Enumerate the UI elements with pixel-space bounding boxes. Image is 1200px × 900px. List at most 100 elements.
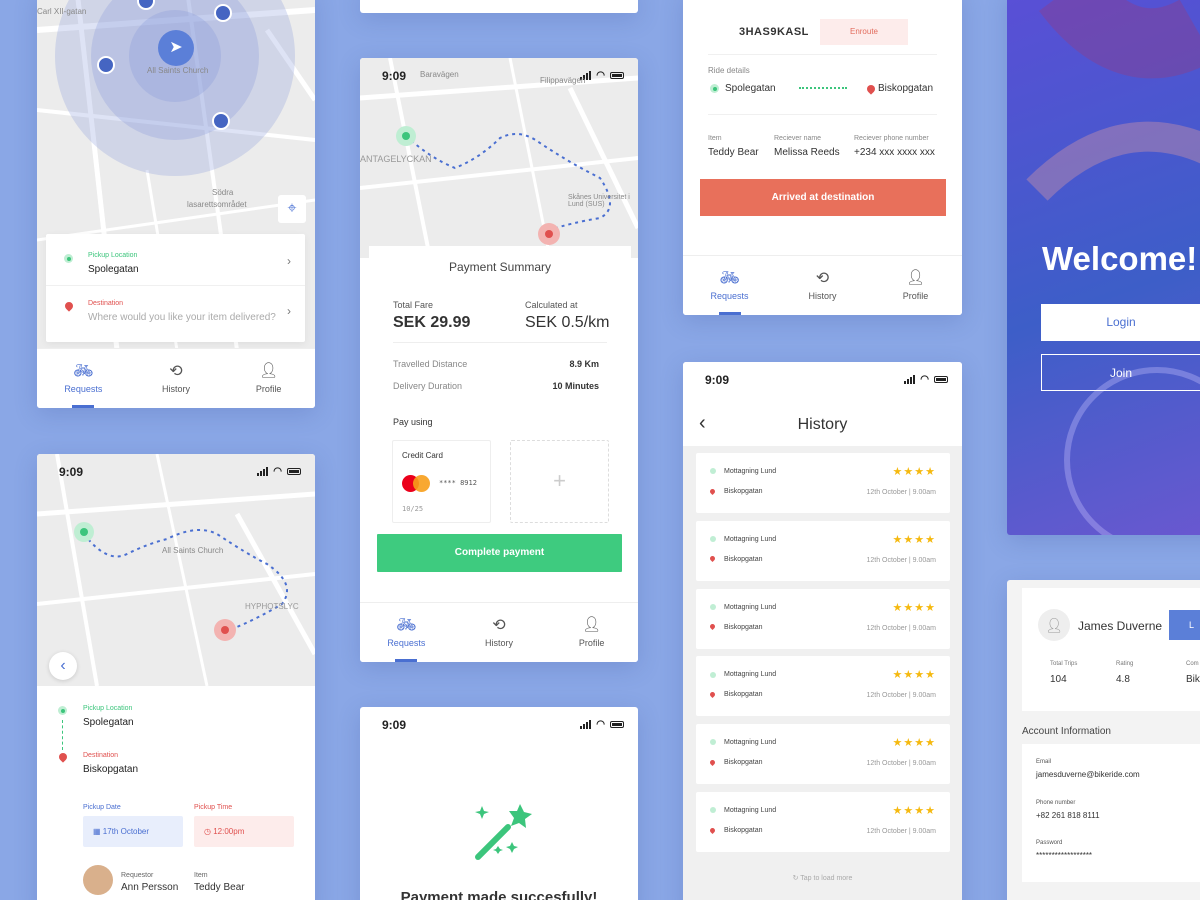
to-value: Biskopgatan	[878, 83, 934, 94]
map-label: Baravägen	[420, 70, 459, 79]
requestor-avatar	[83, 865, 113, 895]
route-line	[62, 720, 63, 750]
phone-label: Reciever phone number	[854, 135, 929, 142]
load-more-label: Tap to load more	[800, 875, 853, 882]
history-date: 12th October | 9.00am	[866, 692, 936, 700]
history-item[interactable]: Mottagning Lund Biskopgatan ★★★★ 12th Octob…	[696, 588, 950, 649]
tab-history[interactable]: ⟲ History	[130, 349, 223, 408]
tab-profile[interactable]: 👤︎ Profile	[869, 256, 962, 315]
arrived-button[interactable]: Arrived at destination	[700, 179, 946, 216]
locate-me-icon[interactable]: ⌖	[278, 195, 306, 223]
driver-avatar[interactable]	[97, 56, 115, 74]
tab-label: Requests	[64, 384, 103, 394]
map-view[interactable]: 9:09 ◠ Baravägen Filippavägen ANTAGELYCKA…	[360, 58, 638, 258]
destination-value: Biskopgatan	[83, 764, 139, 775]
ride-card: 3HAS9KASL Enroute Ride details Spolegata…	[691, 0, 954, 258]
destination-input[interactable]: Where would you like your item delivered…	[88, 312, 276, 323]
history-item[interactable]: Mottagning Lund Biskopgatan ★★★★ 12th Octob…	[696, 656, 950, 717]
tab-label: Profile	[255, 384, 282, 394]
pickup-date-field[interactable]: ▦ 17th October	[83, 816, 183, 847]
history-item[interactable]: Mottagning Lund Biskopgatan ★★★★ 12th Octob…	[696, 724, 950, 785]
total-trips-value: 104	[1050, 674, 1067, 685]
bicycle-icon: 🚲︎	[73, 363, 94, 380]
to-text: Biskopgatan	[724, 623, 763, 631]
rating-stars: ★★★★	[892, 669, 936, 682]
pickup-row[interactable]: Pickup Location Spolegatan ›	[46, 234, 305, 286]
password-value[interactable]: ******************	[1036, 851, 1092, 860]
rating-label: Rating	[1116, 661, 1134, 667]
email-value[interactable]: jamesduverne@bikeride.com	[1036, 770, 1140, 779]
status-bar: 9:09 ◠	[360, 707, 638, 741]
add-card-button[interactable]: +	[510, 440, 609, 523]
back-button[interactable]: ‹	[49, 652, 77, 680]
tab-profile[interactable]: 👤︎ Profile	[222, 349, 315, 408]
history-from: Mottagning Lund	[710, 671, 776, 678]
pickup-label: Pickup Location	[83, 705, 133, 712]
button-label: Complete payment	[454, 547, 545, 558]
history-from: Mottagning Lund	[710, 604, 776, 611]
success-message: Payment made succesfully!	[400, 889, 598, 900]
login-button[interactable]: Login	[1041, 304, 1200, 341]
history-header: 9:09 ◠ ‹ History	[683, 362, 962, 446]
total-fare-label: Total Fare	[393, 300, 434, 310]
tab-requests[interactable]: 🚲︎ Requests	[360, 603, 453, 662]
map-label: Södra	[212, 188, 234, 197]
history-from: Mottagning Lund	[710, 739, 776, 746]
phone-value[interactable]: +82 261 818 8111	[1036, 811, 1100, 820]
payment-summary-screen: 9:09 ◠ Baravägen Filippavägen ANTAGELYCKA…	[360, 58, 638, 662]
tab-history[interactable]: ⟲ History	[776, 256, 869, 315]
ride-details-screen: 3HAS9KASL Enroute Ride details Spolegata…	[683, 0, 962, 315]
to-text: Biskopgatan	[724, 488, 763, 495]
clock-icon: ◷	[204, 827, 211, 836]
status-time: 9:09	[705, 373, 730, 387]
payment-success-screen: 9:09 ◠ Payment made succesfully!	[360, 707, 638, 900]
tab-label: Requests	[710, 291, 749, 301]
status-icons: ◠	[580, 70, 624, 81]
tab-requests[interactable]: 🚲︎ Requests	[683, 256, 776, 315]
welcome-heading: Welcome!	[1042, 240, 1198, 277]
tab-label: History	[162, 384, 191, 394]
profile-icon: 👤︎	[905, 269, 926, 286]
history-date: 12th October | 9.00am	[866, 489, 936, 496]
map-label: Carl XII-gatan	[37, 7, 87, 16]
tab-profile[interactable]: 👤︎ Profile	[545, 603, 638, 662]
welcome-screen: Welcome! Login Join	[1007, 0, 1200, 535]
history-item[interactable]: Mottagning Lund Biskopgatan ★★★★ 12th Octob…	[696, 792, 950, 852]
destination-row[interactable]: Destination Where would you like your it…	[46, 286, 305, 342]
third-stat-value: Bik	[1186, 674, 1200, 685]
pickup-time-field[interactable]: ◷ 12:00pm	[194, 816, 294, 847]
tab-requests[interactable]: 🚲︎ Requests	[37, 349, 130, 408]
driver-avatar[interactable]	[214, 4, 232, 22]
password-label: Password	[1036, 840, 1063, 846]
load-more-button[interactable]: ↻ Tap to load more	[683, 874, 962, 882]
map-view[interactable]: 9:09 ◠ All Saints Church HYPHOTSLYC ‹	[37, 454, 315, 686]
request-details-screen: 9:09 ◠ All Saints Church HYPHOTSLYC ‹ Pic…	[37, 454, 315, 900]
route-dots	[799, 87, 847, 89]
status-time: 9:09	[59, 465, 84, 479]
history-item[interactable]: Mottagning Lund Biskopgatan ★★★★ 12th Octob…	[696, 520, 950, 581]
edit-profile-button[interactable]: L	[1169, 610, 1200, 640]
rating-stars: ★★★★	[892, 805, 936, 817]
pickup-dot-icon	[710, 739, 716, 746]
plus-icon: +	[553, 468, 566, 493]
complete-payment-button[interactable]: Complete payment	[377, 534, 622, 572]
from-text: Mottagning Lund	[724, 535, 777, 543]
duration-label: Delivery Duration	[393, 381, 463, 391]
credit-card-option[interactable]: Credit Card **** 8912 10/25	[392, 440, 491, 523]
ride-code: 3HAS9KASL	[739, 26, 809, 38]
map-label: Filippavägen	[540, 76, 586, 85]
destination-pin-icon	[63, 300, 75, 312]
destination-pin-icon	[708, 487, 717, 495]
history-item[interactable]: Mottagning Lund Biskopgatan ★★★★ 12th Octob…	[696, 453, 950, 513]
calculated-label: Calculated at	[525, 300, 578, 310]
to-text: Biskopgatan	[724, 827, 763, 834]
tab-history[interactable]: ⟲ History	[453, 603, 546, 662]
section-title: Account Information	[1022, 726, 1111, 737]
driver-avatar[interactable]	[212, 112, 230, 130]
join-button[interactable]: Join	[1041, 354, 1200, 391]
history-date: 12th October | 9.00am	[866, 624, 936, 632]
button-label: Arrived at destination	[771, 192, 875, 203]
history-to: Biskopgatan	[708, 826, 763, 834]
rating-stars: ★★★★	[892, 737, 936, 750]
card-expiry: 10/25	[402, 505, 424, 513]
